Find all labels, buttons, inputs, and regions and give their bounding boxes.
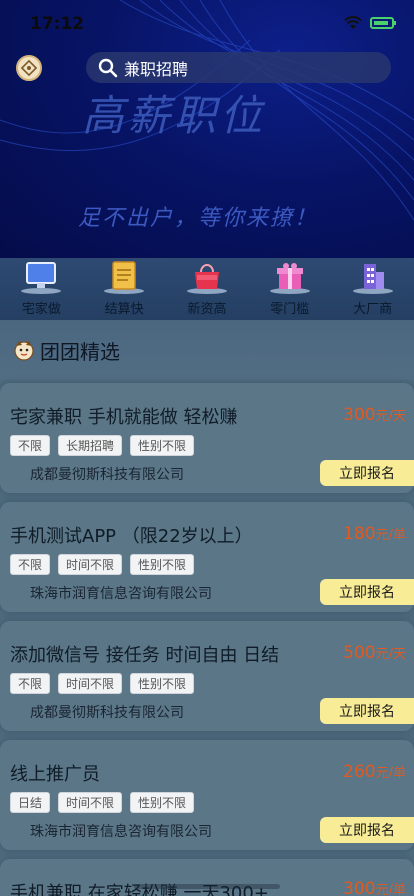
job-company: 成都曼彻斯科技有限公司 (30, 467, 184, 483)
job-company: 珠海市润育信息咨询有限公司 (30, 824, 212, 840)
apply-button[interactable]: 立即报名 (320, 579, 414, 605)
job-title: 手机测试APP （限22岁以上） (10, 526, 253, 547)
job-tag: 性别不限 (130, 792, 195, 813)
logo-icon[interactable] (16, 55, 42, 81)
job-card[interactable]: 手机测试APP （限22岁以上） 180元/单 不限 时间不限 性别不限 珠海市… (0, 502, 414, 612)
job-salary: 300元/天 (343, 405, 406, 425)
job-title: 线上推广员 (10, 764, 100, 785)
job-card[interactable]: 宅家兼职 手机就能做 轻松赚 300元/天 不限 长期招聘 性别不限 成都曼彻斯… (0, 383, 414, 493)
status-icons (344, 16, 396, 30)
job-salary: 260元/单 (343, 762, 406, 782)
job-salary: 500元/天 (343, 643, 406, 663)
job-tags: 不限 时间不限 性别不限 (10, 673, 195, 694)
job-salary: 300元/单 (343, 879, 406, 896)
job-tag: 性别不限 (130, 554, 195, 575)
apply-button[interactable]: 立即报名 (320, 698, 414, 724)
job-tags: 不限 长期招聘 性别不限 (10, 435, 195, 456)
job-tag: 时间不限 (58, 792, 123, 813)
category-label: 宅家做 (21, 302, 61, 317)
section-header: 团团精选 (0, 320, 414, 380)
job-tag: 不限 (10, 673, 51, 694)
job-company: 珠海市润育信息咨询有限公司 (30, 586, 212, 602)
job-tag: 不限 (10, 435, 51, 456)
job-tag: 性别不限 (130, 435, 195, 456)
status-time: 17:12 (30, 14, 85, 34)
wifi-icon (344, 16, 362, 29)
battery-icon (370, 17, 396, 29)
clipboard-icon (104, 261, 145, 294)
job-tag: 日结 (10, 792, 51, 813)
header-banner: 17:12 兼职招聘 高薪职位 足不出户，等你来撩！ (0, 0, 414, 258)
building-icon (352, 264, 393, 294)
category-item-no-threshold[interactable]: 零门槛 (255, 258, 325, 317)
job-salary: 180元/单 (343, 524, 406, 544)
banner-slogan: 足不出户，等你来撩！ (78, 206, 319, 231)
category-nav: 宅家做 结算快 新资高 零门槛 大厂商 (0, 258, 414, 320)
category-label: 零门槛 (270, 302, 310, 317)
job-tag: 时间不限 (58, 554, 123, 575)
job-tag: 性别不限 (130, 673, 195, 694)
banner-title: 高薪职位 (82, 91, 267, 140)
job-card[interactable]: 手机兼职 在家轻松赚 一天300+ 300元/单 (0, 859, 414, 896)
search-icon (98, 58, 118, 77)
job-title: 添加微信号 接任务 时间自由 日结 (10, 645, 280, 666)
mascot-icon (14, 341, 34, 361)
apply-button[interactable]: 立即报名 (320, 460, 414, 486)
job-tag: 时间不限 (58, 673, 123, 694)
job-tag: 不限 (10, 554, 51, 575)
job-card[interactable]: 线上推广员 260元/单 日结 时间不限 性别不限 珠海市润育信息咨询有限公司 … (0, 740, 414, 850)
job-card[interactable]: 添加微信号 接任务 时间自由 日结 500元/天 不限 时间不限 性别不限 成都… (0, 621, 414, 731)
gift-icon (269, 263, 310, 294)
search-placeholder: 兼职招聘 (124, 59, 189, 79)
category-label: 新资高 (187, 302, 227, 317)
job-tag: 长期招聘 (58, 435, 123, 456)
job-tags: 不限 时间不限 性别不限 (10, 554, 195, 575)
category-item-big-company[interactable]: 大厂商 (338, 258, 408, 317)
home-indicator (134, 884, 280, 889)
job-title: 宅家兼职 手机就能做 轻松赚 (10, 407, 238, 428)
job-tags: 日结 时间不限 性别不限 (10, 792, 195, 813)
shopping-bag-icon (186, 264, 227, 294)
category-item-high-pay[interactable]: 新资高 (172, 258, 242, 317)
apply-button[interactable]: 立即报名 (320, 817, 414, 843)
category-label: 大厂商 (353, 302, 393, 317)
monitor-icon (21, 262, 62, 294)
category-item-home-work[interactable]: 宅家做 (6, 258, 76, 317)
category-item-fast-pay[interactable]: 结算快 (89, 258, 159, 317)
category-label: 结算快 (104, 302, 144, 317)
section-title: 团团精选 (40, 339, 120, 364)
job-company: 成都曼彻斯科技有限公司 (30, 705, 184, 721)
search-input[interactable]: 兼职招聘 (86, 52, 391, 83)
